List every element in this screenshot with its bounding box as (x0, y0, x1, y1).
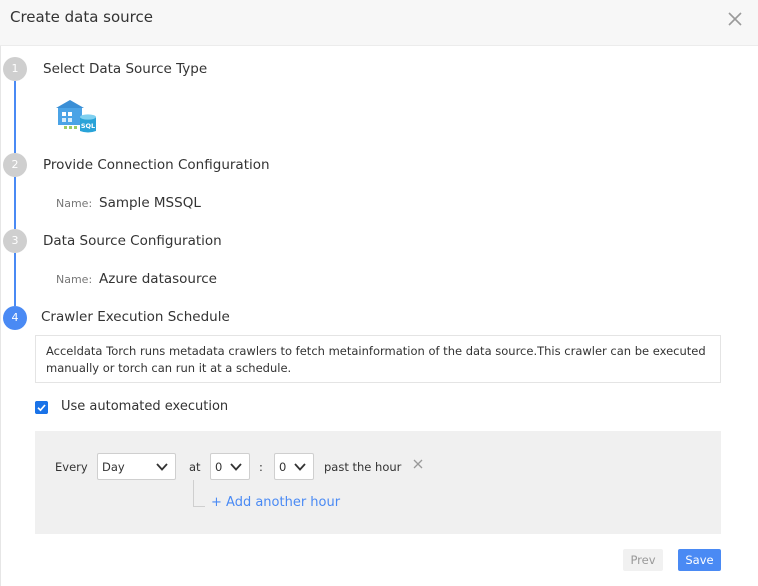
step-2-title: Provide Connection Configuration (43, 157, 270, 173)
add-hour-connector (193, 480, 205, 507)
frequency-select[interactable]: Day (97, 453, 176, 480)
step-connector-2 (14, 177, 16, 229)
time-separator: : (259, 460, 263, 474)
close-icon[interactable] (726, 10, 744, 28)
add-another-hour-link[interactable]: + Add another hour (211, 495, 340, 510)
connection-name-value: Sample MSSQL (99, 195, 201, 211)
automated-execution-checkbox[interactable] (35, 401, 48, 414)
remove-hour-icon[interactable] (412, 458, 424, 470)
past-the-hour-label: past the hour (324, 460, 402, 474)
datasource-name-label: Name: (56, 273, 93, 286)
datasource-name-value: Azure datasource (99, 271, 217, 287)
step-3-indicator: 3 (3, 229, 27, 253)
frequency-select-value: Day (102, 460, 125, 474)
dialog-header: Create data source (0, 0, 758, 46)
step-connector-1 (14, 81, 16, 153)
schedule-panel (35, 431, 721, 534)
chevron-down-icon (294, 463, 306, 471)
step-4-title: Crawler Execution Schedule (41, 309, 230, 325)
step-2-indicator: 2 (3, 153, 27, 177)
automated-execution-label[interactable]: Use automated execution (61, 399, 228, 414)
step-1-indicator: 1 (3, 57, 27, 81)
step-3-title: Data Source Configuration (43, 233, 222, 249)
connection-name-label: Name: (56, 197, 93, 210)
svg-text:SQL: SQL (81, 122, 95, 130)
crawler-description: Acceldata Torch runs metadata crawlers t… (35, 335, 721, 383)
dialog-left-border (0, 46, 1, 586)
minute-select-value: 0 (279, 460, 287, 474)
save-button[interactable]: Save (678, 549, 721, 571)
step-connector-3 (14, 253, 16, 306)
step-1-title: Select Data Source Type (43, 61, 208, 77)
at-label: at (189, 460, 201, 474)
sql-database-icon: SQL (56, 100, 96, 133)
chevron-down-icon (156, 463, 168, 471)
dialog-title: Create data source (10, 8, 153, 26)
hour-select[interactable]: 0 (210, 453, 250, 480)
every-label: Every (55, 460, 88, 474)
hour-select-value: 0 (215, 460, 223, 474)
chevron-down-icon (230, 463, 242, 471)
step-4-indicator: 4 (3, 306, 27, 330)
minute-select[interactable]: 0 (274, 453, 314, 480)
prev-button[interactable]: Prev (623, 549, 663, 571)
